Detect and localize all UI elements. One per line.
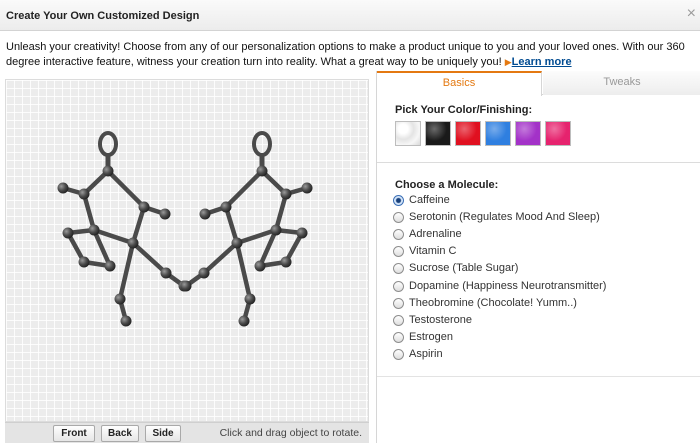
intro-text: Unleash your creativity! Choose from any…	[6, 40, 696, 69]
molecule-option-dopamine[interactable]: Dopamine (Happiness Neurotransmitter)	[393, 279, 683, 295]
radio-icon[interactable]	[393, 195, 404, 206]
radio-icon[interactable]	[393, 281, 404, 292]
molecule-option-label: Dopamine (Happiness Neurotransmitter)	[409, 280, 607, 292]
molecule-atom	[159, 208, 171, 220]
molecule-atom	[88, 224, 100, 236]
molecule-option-label: Testosterone	[409, 314, 472, 326]
molecule-option-label: Sucrose (Table Sugar)	[409, 262, 519, 274]
molecule-option-label: Aspirin	[409, 348, 443, 360]
molecule-atom	[102, 165, 114, 177]
tab-bar: Basics Tweaks	[377, 71, 700, 96]
earring-loop	[98, 131, 118, 157]
radio-icon[interactable]	[393, 315, 404, 326]
options-panel: Basics Tweaks Pick Your Color/Finishing:…	[376, 71, 700, 443]
molecule-bond	[273, 191, 289, 233]
molecule-bond	[201, 240, 240, 276]
molecule-option-label: Vitamin C	[409, 245, 457, 257]
radio-icon[interactable]	[393, 298, 404, 309]
front-view-button[interactable]: Front	[53, 425, 95, 442]
tab-tweaks[interactable]: Tweaks	[543, 71, 700, 95]
swatch-red[interactable]	[455, 121, 481, 146]
molecule-bond	[130, 240, 169, 276]
viewer-toolbar: Front Back Side Click and drag object to…	[5, 422, 369, 443]
play-arrow-icon: ▶	[504, 56, 512, 67]
back-view-button[interactable]: Back	[101, 425, 139, 442]
molecule-atom	[231, 237, 243, 249]
radio-icon[interactable]	[393, 212, 404, 223]
molecule-atom	[199, 208, 211, 220]
earring-preview-svg[interactable]	[6, 80, 370, 423]
swatch-white-glitter[interactable]	[395, 121, 421, 146]
rotate-hint: Click and drag object to rotate.	[219, 427, 362, 439]
molecule-option-label: Theobromine (Chocolate! Yumm..)	[409, 297, 577, 309]
molecule-atom	[160, 267, 172, 279]
molecule-option-estrogen[interactable]: Estrogen	[393, 330, 683, 346]
molecule-atom	[127, 237, 139, 249]
molecule-option-label: Caffeine	[409, 194, 450, 206]
molecule-option-caffeine[interactable]: Caffeine	[393, 193, 683, 209]
molecule-atom	[270, 224, 282, 236]
side-view-button[interactable]: Side	[145, 425, 181, 442]
radio-icon[interactable]	[393, 349, 404, 360]
molecule-option-serotonin[interactable]: Serotonin (Regulates Mood And Sleep)	[393, 210, 683, 226]
molecule-atom	[62, 227, 74, 239]
swatch-blue[interactable]	[485, 121, 511, 146]
molecule-atom	[78, 256, 90, 268]
molecule-option-label: Estrogen	[409, 331, 454, 343]
molecule-atom	[180, 280, 192, 292]
molecule-bond	[130, 204, 147, 246]
molecule-atom	[296, 227, 308, 239]
radio-icon[interactable]	[393, 263, 404, 274]
swatch-black[interactable]	[425, 121, 451, 146]
left-earring	[57, 131, 190, 327]
radio-icon[interactable]	[393, 246, 404, 257]
section-divider	[377, 376, 700, 377]
molecule-atom	[120, 315, 132, 327]
molecule-atom	[254, 260, 266, 272]
tab-basics[interactable]: Basics	[377, 71, 542, 96]
right-earring	[180, 131, 313, 327]
molecule-atom	[244, 293, 256, 305]
dialog-title: Create Your Own Customized Design	[6, 10, 200, 22]
molecule-atom	[198, 267, 210, 279]
molecule-atom	[238, 315, 250, 327]
molecule-bond	[105, 168, 147, 210]
intro-body: Unleash your creativity! Choose from any…	[6, 41, 685, 68]
molecule-atom	[104, 260, 116, 272]
color-section-title: Pick Your Color/Finishing:	[395, 104, 533, 116]
molecule-option-label: Serotonin (Regulates Mood And Sleep)	[409, 211, 600, 223]
swatch-pink[interactable]	[545, 121, 571, 146]
radio-icon[interactable]	[393, 332, 404, 343]
molecule-atom	[280, 256, 292, 268]
molecule-option-sucrose[interactable]: Sucrose (Table Sugar)	[393, 261, 683, 277]
molecule-atom	[138, 201, 150, 213]
molecule-atom	[256, 165, 268, 177]
molecule-atom	[280, 188, 292, 200]
molecule-atom	[78, 188, 90, 200]
earring-loop	[252, 131, 272, 157]
molecule-option-label: Adrenaline	[409, 228, 462, 240]
molecule-option-vitamin-c[interactable]: Vitamin C	[393, 244, 683, 260]
radio-icon[interactable]	[393, 229, 404, 240]
molecule-atom	[301, 182, 313, 194]
section-divider	[377, 162, 700, 163]
molecule-atom	[220, 201, 232, 213]
molecule-section-title: Choose a Molecule:	[395, 179, 499, 191]
molecule-atom	[57, 182, 69, 194]
molecule-bond	[223, 204, 240, 246]
molecule-bond	[234, 240, 253, 302]
molecule-option-testosterone[interactable]: Testosterone	[393, 313, 683, 329]
molecule-option-adrenaline[interactable]: Adrenaline	[393, 227, 683, 243]
molecule-option-theobromine[interactable]: Theobromine (Chocolate! Yumm..)	[393, 296, 683, 312]
swatch-purple[interactable]	[515, 121, 541, 146]
close-icon[interactable]: ×	[687, 6, 696, 22]
learn-more-link[interactable]: Learn more	[512, 56, 572, 68]
molecule-atom	[114, 293, 126, 305]
molecule-bond	[117, 240, 136, 302]
molecule-bond	[223, 168, 265, 210]
molecule-option-aspirin[interactable]: Aspirin	[393, 347, 683, 363]
product-3d-viewer[interactable]	[5, 79, 369, 422]
molecule-bond	[81, 191, 97, 233]
dialog-title-bar: Create Your Own Customized Design ×	[0, 0, 700, 31]
